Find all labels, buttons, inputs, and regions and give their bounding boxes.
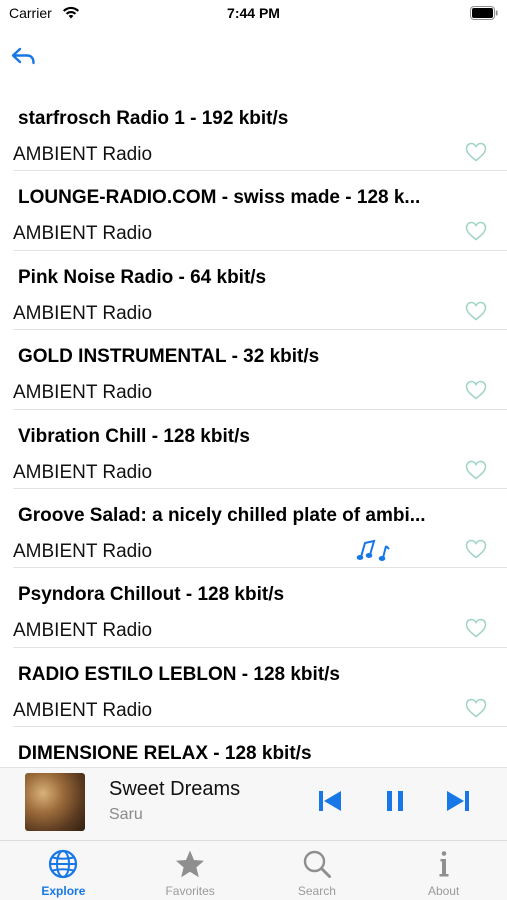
station-name: Psyndora Chillout - 128 kbit/s: [18, 584, 285, 606]
clock: 7:44 PM: [227, 5, 280, 21]
heart-icon[interactable]: [465, 142, 487, 162]
station-genre: AMBIENT Radio: [13, 699, 153, 721]
navigation-bar: [0, 30, 507, 90]
search-icon: [303, 850, 331, 878]
station-genre: AMBIENT Radio: [13, 620, 153, 642]
station-row[interactable]: GOLD INSTRUMENTAL - 32 kbit/s AMBIENT Rad…: [13, 330, 507, 410]
station-genre: AMBIENT Radio: [13, 144, 153, 165]
tab-label: Explore: [41, 884, 86, 898]
station-name: starfrosch Radio 1 - 192 kbit/s: [18, 108, 289, 129]
tab-favorites[interactable]: Favorites: [127, 841, 254, 900]
tab-label: Favorites: [165, 884, 215, 898]
heart-icon[interactable]: [465, 380, 487, 400]
heart-icon[interactable]: [465, 698, 487, 718]
now-playing-notes-icon: [356, 539, 390, 561]
station-name: DIMENSIONE RELAX - 128 kbit/s: [18, 743, 312, 765]
star-icon: [176, 850, 205, 878]
tab-about[interactable]: About: [380, 841, 507, 900]
battery-icon: [470, 6, 498, 20]
track-artist: Saru: [109, 806, 143, 823]
heart-icon[interactable]: [465, 221, 487, 241]
tab-explore[interactable]: Explore: [0, 841, 127, 900]
station-row[interactable]: starfrosch Radio 1 - 192 kbit/s AMBIENT R…: [13, 92, 507, 172]
status-bar: Carrier 7:44 PM: [0, 0, 507, 30]
station-name: Pink Noise Radio - 64 kbit/s: [18, 266, 267, 288]
station-row[interactable]: Psyndora Chillout - 128 kbit/s AMBIENT Ra…: [13, 568, 507, 648]
station-genre: AMBIENT Radio: [13, 223, 153, 245]
tab-label: Search: [297, 884, 336, 898]
tab-search[interactable]: Search: [254, 841, 381, 900]
globe-icon: [49, 849, 78, 879]
station-genre: AMBIENT Radio: [13, 540, 153, 562]
station-row[interactable]: Pink Noise Radio - 64 kbit/s AMBIENT Radi…: [13, 251, 507, 331]
station-name: Vibration Chill - 128 kbit/s: [18, 425, 250, 447]
station-genre: AMBIENT Radio: [13, 382, 153, 404]
heart-icon[interactable]: [465, 539, 487, 559]
station-name: GOLD INSTRUMENTAL - 32 kbit/s: [18, 346, 320, 368]
station-row[interactable]: Vibration Chill - 128 kbit/s AMBIENT Radi…: [13, 410, 507, 489]
previous-button[interactable]: [315, 786, 345, 816]
station-name: Groove Salad: a nicely chilled plate of …: [18, 504, 426, 526]
heart-icon[interactable]: [465, 301, 487, 321]
track-title: Sweet Dreams: [109, 778, 241, 800]
station-row[interactable]: DIMENSIONE RELAX - 128 kbit/sAMBIENT Rad…: [13, 727, 507, 765]
info-icon: [439, 851, 449, 877]
station-list[interactable]: starfrosch Radio 1 - 192 kbit/s AMBIENT R…: [0, 92, 507, 765]
station-row[interactable]: LOUNGE-RADIO.COM - swiss made - 128 k...…: [13, 171, 507, 251]
station-row[interactable]: Groove Salad: a nicely chilled plate of …: [13, 489, 507, 569]
album-cover[interactable]: [25, 773, 85, 831]
station-genre: AMBIENT Radio: [13, 461, 153, 483]
heart-icon[interactable]: [465, 460, 487, 480]
station-genre: AMBIENT Radio: [13, 302, 153, 324]
next-button[interactable]: [443, 786, 473, 816]
station-name: RADIO ESTILO LEBLON - 128 kbit/s: [18, 663, 340, 685]
tab-bar: Explore Favorites Search About: [0, 840, 507, 900]
heart-icon[interactable]: [465, 618, 487, 638]
pause-button[interactable]: [380, 786, 410, 816]
back-button[interactable]: [10, 44, 36, 68]
tab-label: About: [427, 884, 460, 898]
now-playing-bar[interactable]: Sweet Dreams Saru: [0, 767, 507, 840]
station-name: LOUNGE-RADIO.COM - swiss made - 128 k...: [18, 187, 421, 209]
station-row[interactable]: RADIO ESTILO LEBLON - 128 kbit/s AMBIENT …: [13, 648, 507, 728]
